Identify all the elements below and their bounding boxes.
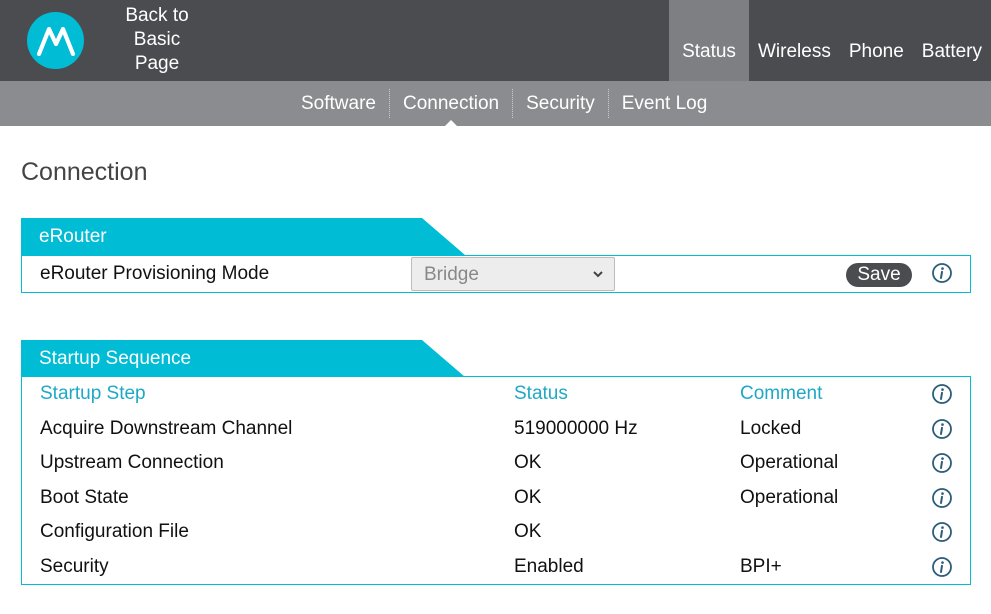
row-step: Boot State bbox=[40, 487, 129, 508]
main-nav-phone[interactable]: Phone bbox=[840, 0, 913, 81]
back-link-line-3: Page bbox=[134, 53, 180, 74]
motorola-logo-icon bbox=[36, 26, 75, 56]
info-icon[interactable] bbox=[932, 419, 952, 439]
startup-panel-body: Startup Step Status Comment Acquire Down… bbox=[21, 376, 971, 585]
row-comment: BPI+ bbox=[740, 556, 782, 577]
back-link-line-2: Basic bbox=[133, 29, 181, 50]
sub-nav-connection[interactable]: Connection bbox=[390, 89, 512, 127]
row-step: Security bbox=[40, 556, 109, 577]
startup-panel-title: Startup Sequence bbox=[39, 348, 192, 369]
info-icon[interactable] bbox=[932, 488, 952, 508]
erouter-panel-header: eRouter bbox=[21, 218, 465, 255]
sub-nav-security[interactable]: Security bbox=[513, 89, 608, 118]
back-link-line-1: Back to bbox=[125, 5, 189, 26]
erouter-provisioning-mode-label: eRouter Provisioning Mode bbox=[40, 263, 270, 284]
row-comment: Operational bbox=[740, 487, 839, 508]
row-step: Configuration File bbox=[40, 521, 189, 542]
row-comment: Operational bbox=[740, 452, 839, 473]
erouter-panel-title: eRouter bbox=[39, 226, 107, 247]
erouter-panel-body: eRouter Provisioning Mode Bridge Save bbox=[21, 255, 971, 293]
info-icon[interactable] bbox=[932, 263, 952, 283]
main-nav: Status Wireless Phone Battery bbox=[669, 0, 991, 81]
main-nav-status[interactable]: Status bbox=[669, 0, 749, 81]
sub-header: Software Connection Security Event Log bbox=[0, 81, 991, 127]
chevron-down-icon bbox=[592, 258, 604, 304]
back-to-basic-page-link[interactable]: Back to Basic Page bbox=[112, 4, 202, 76]
row-comment: Locked bbox=[740, 418, 802, 439]
select-value: Bridge bbox=[424, 264, 479, 285]
main-nav-wireless[interactable]: Wireless bbox=[749, 0, 840, 81]
info-icon[interactable] bbox=[932, 522, 952, 542]
row-step: Upstream Connection bbox=[40, 452, 224, 473]
page-title: Connection bbox=[21, 158, 148, 186]
row-status: OK bbox=[514, 487, 542, 508]
sub-nav-software[interactable]: Software bbox=[288, 89, 389, 118]
info-icon[interactable] bbox=[932, 384, 952, 404]
info-icon[interactable] bbox=[932, 453, 952, 473]
row-status: OK bbox=[514, 452, 542, 473]
column-header-comment: Comment bbox=[740, 383, 823, 404]
motorola-logo[interactable] bbox=[27, 12, 84, 69]
main-nav-battery[interactable]: Battery bbox=[913, 0, 991, 81]
row-status: Enabled bbox=[514, 556, 584, 577]
startup-panel-header: Startup Sequence bbox=[21, 340, 465, 377]
sub-nav: Software Connection Security Event Log bbox=[288, 81, 721, 127]
top-header: Back to Basic Page Status Wireless Phone… bbox=[0, 0, 991, 81]
row-step: Acquire Downstream Channel bbox=[40, 418, 293, 439]
info-icon[interactable] bbox=[932, 557, 952, 577]
save-button[interactable]: Save bbox=[846, 263, 912, 287]
erouter-provisioning-mode-select[interactable]: Bridge bbox=[411, 257, 615, 291]
row-status: 519000000 Hz bbox=[514, 418, 638, 439]
row-status: OK bbox=[514, 521, 542, 542]
column-header-status: Status bbox=[514, 383, 568, 404]
sub-nav-event-log[interactable]: Event Log bbox=[609, 89, 721, 118]
column-header-startup-step: Startup Step bbox=[40, 383, 146, 404]
